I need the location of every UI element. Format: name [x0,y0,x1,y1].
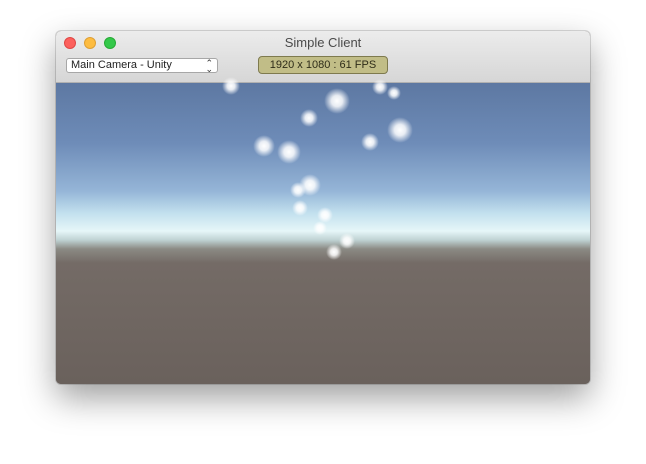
chevron-up-down-icon: ⌃ ⌄ [205,58,213,74]
light-particle [387,117,413,143]
light-particle [324,88,350,114]
camera-select-value: Main Camera - Unity [71,59,172,71]
light-particle [292,200,308,216]
light-particle [326,244,342,260]
light-particle [387,86,401,100]
title-bar[interactable]: Simple Client Main Camera - Unity ⌃ ⌄ 192… [56,31,590,83]
light-particle [313,221,327,235]
light-particle [339,233,355,249]
light-particle [361,133,379,151]
window-title: Simple Client [284,35,362,50]
light-particle [372,79,388,95]
app-window: Simple Client Main Camera - Unity ⌃ ⌄ 192… [56,31,590,384]
light-particle [277,140,301,164]
camera-select[interactable]: Main Camera - Unity ⌃ ⌄ [66,58,218,74]
light-particle [290,182,306,198]
resolution-fps-badge: 1920 x 1080 : 61 FPS [258,56,388,74]
light-particle [253,135,275,157]
light-particle [222,77,240,95]
light-particle [300,109,318,127]
game-viewport[interactable] [56,77,590,384]
